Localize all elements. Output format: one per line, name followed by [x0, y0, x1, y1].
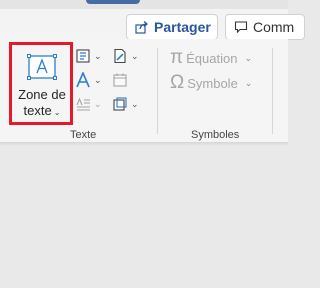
object-button[interactable]: ⌄: [112, 96, 139, 112]
title-bar-accent: [86, 0, 140, 4]
omega-icon: Ω: [170, 72, 185, 93]
signature-line-button[interactable]: ⌄: [112, 48, 139, 64]
highlight-annotation: [9, 42, 73, 125]
equation-button[interactable]: π Équation ⌄: [170, 47, 252, 68]
comments-button[interactable]: Comm: [225, 14, 305, 40]
document-area: [0, 146, 288, 288]
signature-line-icon: [114, 48, 126, 64]
comment-icon: [234, 21, 248, 34]
chevron-down-icon: ⌄: [94, 98, 102, 109]
object-icon: [113, 97, 127, 111]
chevron-down-icon: ⌄: [244, 77, 253, 88]
symbols-group-label: Symboles: [191, 129, 240, 141]
chevron-down-icon: ⌄: [94, 50, 102, 61]
wordart-icon: [76, 72, 90, 88]
pi-icon: π: [170, 47, 184, 68]
chevron-down-icon: ⌄: [131, 98, 139, 109]
symbol-button[interactable]: Ω Symbole ⌄: [170, 72, 253, 93]
drop-cap-button[interactable]: ⌄: [75, 96, 102, 112]
date-time-icon: [113, 73, 127, 87]
action-bar: Partager Comm: [0, 9, 305, 40]
text-group-label: Texte: [70, 129, 97, 141]
group-separator: [157, 48, 158, 134]
drop-cap-icon: [76, 97, 90, 111]
share-label: Partager: [154, 19, 211, 35]
share-arrow-icon: [135, 21, 149, 34]
share-button[interactable]: Partager: [126, 14, 218, 40]
group-separator: [272, 48, 273, 134]
chevron-down-icon: ⌄: [131, 50, 139, 61]
quick-parts-icon: [76, 49, 90, 63]
wordart-button[interactable]: ⌄: [75, 72, 102, 88]
chevron-down-icon: ⌄: [94, 74, 102, 85]
quick-parts-button[interactable]: ⌄: [75, 48, 102, 64]
title-bar-strip: [0, 0, 288, 9]
date-time-button[interactable]: [112, 72, 128, 88]
symbol-label: Symbole: [187, 75, 238, 91]
equation-label: Équation: [186, 50, 238, 66]
chevron-down-icon: ⌄: [244, 52, 252, 63]
comments-label: Comm: [253, 19, 295, 35]
